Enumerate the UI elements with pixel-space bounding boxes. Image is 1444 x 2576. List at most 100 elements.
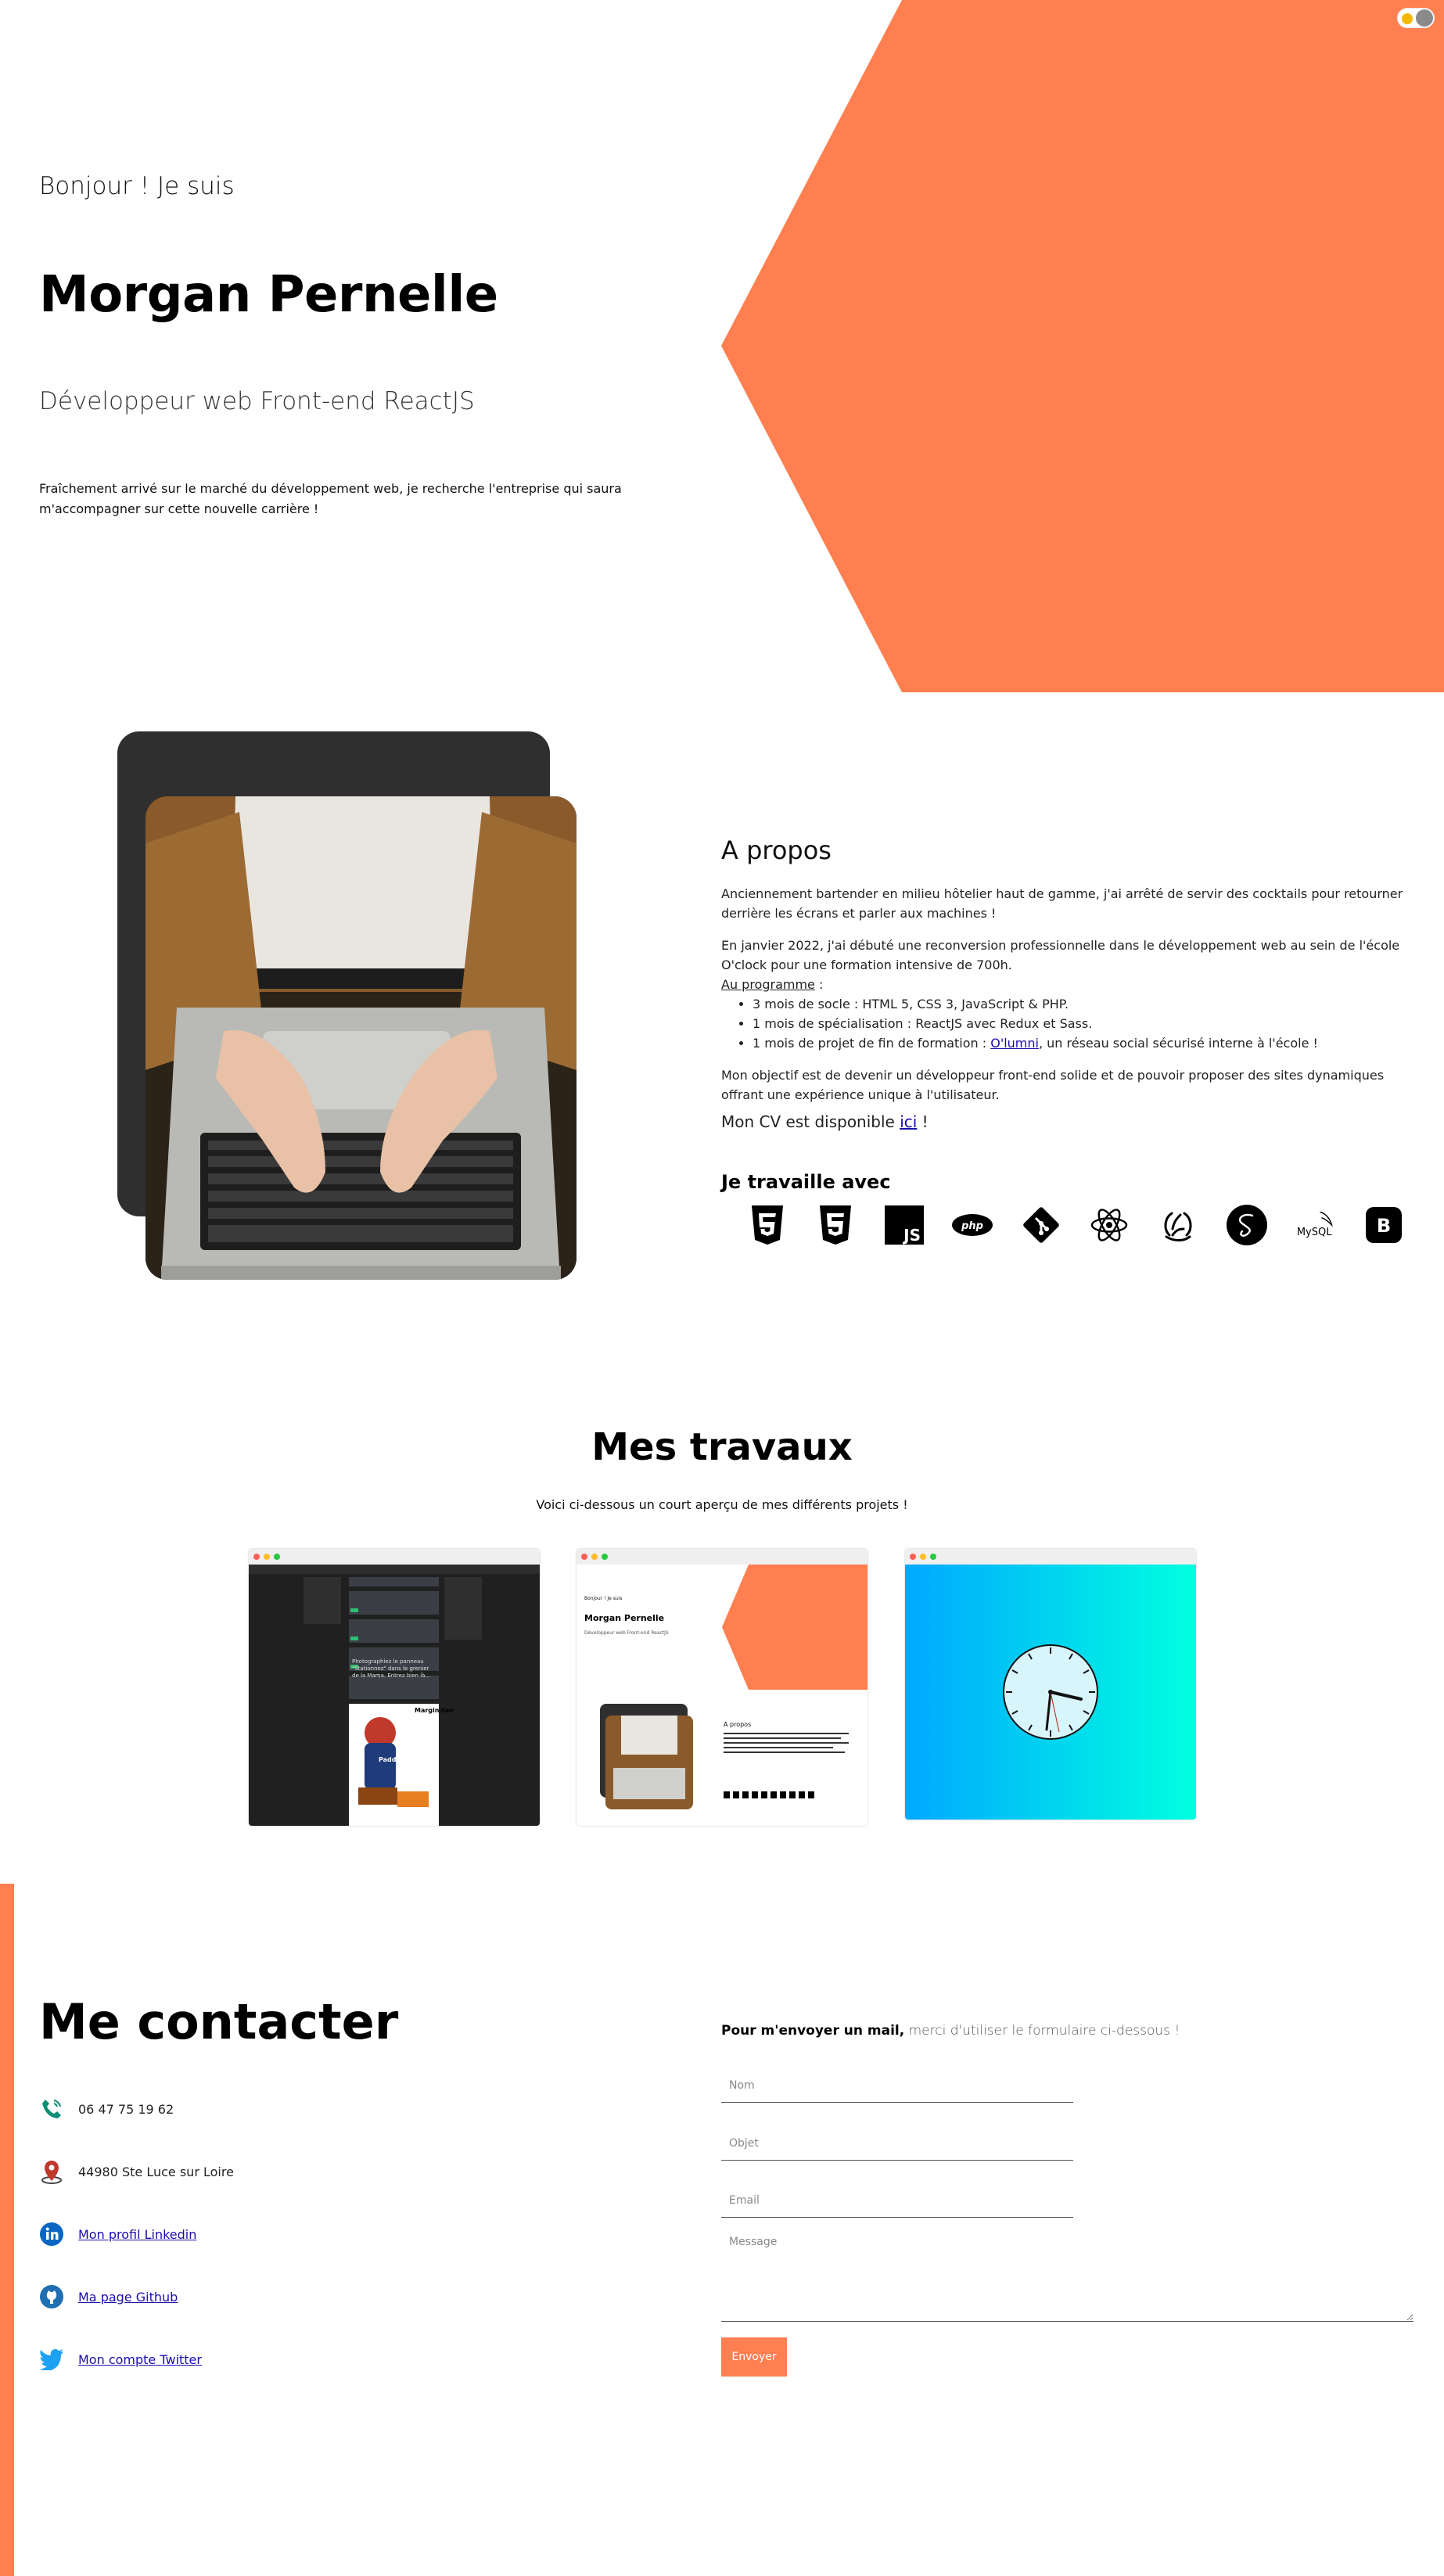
twitter-icon xyxy=(39,2347,64,2372)
bootstrap-icon: B xyxy=(1364,1205,1404,1245)
form-intro-rest: merci d'utiliser le formulaire ci-dessou… xyxy=(904,2023,1180,2039)
close-dot xyxy=(253,1554,260,1560)
program-label: Au programme xyxy=(721,977,815,992)
subject-field[interactable] xyxy=(721,2126,1073,2161)
window-bar xyxy=(249,1549,540,1565)
project-preview-portfolio: Bonjour ! Je suis Morgan Pernelle Dévelo… xyxy=(577,1565,867,1826)
linkedin-link[interactable]: Mon profil Linkedin xyxy=(78,2227,196,2242)
hero-name: Morgan Pernelle xyxy=(39,266,498,324)
program-suffix: : xyxy=(814,977,824,992)
html5-icon xyxy=(747,1205,787,1245)
cv-suffix: ! xyxy=(917,1112,929,1131)
projects-title: Mes travaux xyxy=(591,1425,853,1469)
close-dot xyxy=(581,1554,587,1560)
contact-phone: 06 47 75 19 62 xyxy=(39,2096,174,2122)
olumni-post-text: Photographiez le panneau "Stationnez" da… xyxy=(352,1658,431,1679)
minimize-dot xyxy=(920,1554,926,1560)
hero-hexagon-shape xyxy=(721,0,1444,692)
sass-icon xyxy=(1226,1205,1267,1245)
contact-accent-stripe xyxy=(0,1884,14,2576)
window-bar xyxy=(577,1549,867,1565)
maximize-dot xyxy=(602,1554,608,1560)
li3-suffix: , un réseau social sécurisé interne à l'… xyxy=(1038,1036,1318,1051)
phone-number: 06 47 75 19 62 xyxy=(78,2101,174,2117)
message-field[interactable] xyxy=(721,2228,1413,2322)
list-item: 1 mois de spécialisation : ReactJS avec … xyxy=(753,1014,1425,1033)
list-item: 1 mois de projet de fin de formation : O… xyxy=(753,1033,1425,1053)
about-photo xyxy=(145,796,577,1280)
project-card-clock[interactable] xyxy=(905,1549,1196,1820)
olumni-link[interactable]: O'lumni xyxy=(990,1036,1039,1051)
close-dot xyxy=(910,1554,916,1560)
phone-icon xyxy=(39,2096,64,2122)
redux-icon xyxy=(1158,1205,1198,1245)
email-field[interactable] xyxy=(721,2183,1073,2218)
contact-title: Me contacter xyxy=(39,1993,399,2050)
portfolio-greeting: Bonjour ! Je suis xyxy=(584,1596,623,1601)
maximize-dot xyxy=(274,1554,280,1560)
project-preview-olumni: Photographiez le panneau "Stationnez" da… xyxy=(249,1565,540,1826)
location-pin-icon xyxy=(39,2159,64,2184)
project-card-portfolio[interactable]: Bonjour ! Je suis Morgan Pernelle Dévelo… xyxy=(577,1549,867,1826)
name-field[interactable] xyxy=(721,2068,1073,2103)
cv-link[interactable]: ici xyxy=(900,1112,917,1131)
list-item: 3 mois de socle : HTML 5, CSS 3, JavaScr… xyxy=(753,994,1425,1014)
github-icon xyxy=(39,2284,64,2309)
olumni-caption: Margin-tan xyxy=(415,1707,454,1714)
toggle-knob xyxy=(1416,9,1433,27)
about-paragraph-3: Mon objectif est de devenir un développe… xyxy=(721,1068,1385,1102)
github-link[interactable]: Ma page Github xyxy=(78,2290,178,2305)
mysql-icon: MySQL xyxy=(1295,1205,1336,1245)
maximize-dot xyxy=(930,1554,936,1560)
minimize-dot xyxy=(264,1554,270,1560)
hero-greeting: Bonjour ! Je suis xyxy=(39,172,235,200)
portfolio-name: Morgan Pernelle xyxy=(584,1613,665,1623)
about-paragraph-2: En janvier 2022, j'ai débuté une reconve… xyxy=(721,936,1425,994)
program-list: 3 mois de socle : HTML 5, CSS 3, JavaScr… xyxy=(753,994,1425,1053)
hero-section: Bonjour ! Je suis Morgan Pernelle Dévelo… xyxy=(0,0,1444,692)
about-title: A propos xyxy=(721,835,832,865)
php-label: php xyxy=(961,1220,983,1232)
project-preview-clock xyxy=(905,1565,1196,1820)
about-text: Anciennement bartender en milieu hôtelie… xyxy=(721,884,1425,1144)
portfolio-job: Développeur web Front-end ReactJS xyxy=(584,1630,669,1636)
hero-job-title: Développeur web Front-end ReactJS xyxy=(39,387,475,415)
contact-address: 44980 Ste Luce sur Loire xyxy=(39,2159,234,2184)
address-text: 44980 Ste Luce sur Loire xyxy=(78,2164,234,2179)
portfolio-screenshot xyxy=(600,1565,867,1809)
mysql-label: MySQL xyxy=(1296,1227,1331,1238)
olumni-screenshot xyxy=(249,1565,540,1826)
twitter-link[interactable]: Mon compte Twitter xyxy=(78,2352,202,2367)
bootstrap-label: B xyxy=(1377,1215,1391,1237)
react-icon xyxy=(1090,1205,1130,1245)
contact-twitter: Mon compte Twitter xyxy=(39,2347,202,2372)
js-label: JS xyxy=(902,1226,921,1245)
project-card-olumni[interactable]: Photographiez le panneau "Stationnez" da… xyxy=(249,1549,540,1826)
olumni-caption-2: Padding-ton xyxy=(379,1756,422,1763)
projects-subtitle: Voici ci-dessous un court aperçu de mes … xyxy=(536,1497,908,1512)
skills-list: JS php MySQL B xyxy=(747,1202,1404,1248)
about-paragraph-1: Anciennement bartender en milieu hôtelie… xyxy=(721,886,1403,921)
theme-toggle[interactable] xyxy=(1397,8,1435,28)
skills-title: Je travaille avec xyxy=(721,1171,891,1193)
li3-prefix: 1 mois de projet de fin de formation : xyxy=(753,1036,991,1051)
javascript-icon: JS xyxy=(884,1205,924,1245)
send-button[interactable]: Envoyer xyxy=(721,2337,787,2377)
window-bar xyxy=(905,1549,1196,1565)
minimize-dot xyxy=(591,1554,598,1560)
cv-line: Mon CV est disponible ici ! xyxy=(721,1112,1425,1132)
portfolio-about: A propos xyxy=(724,1721,752,1728)
linkedin-icon xyxy=(39,2222,64,2247)
laptop-hands-illustration xyxy=(145,796,577,1280)
about-paragraph-2-text: En janvier 2022, j'ai débuté une reconve… xyxy=(721,938,1400,972)
hero-intro: Fraîchement arrivé sur le marché du déve… xyxy=(39,481,622,516)
contact-linkedin: Mon profil Linkedin xyxy=(39,2222,196,2247)
form-intro-bold: Pour m'envoyer un mail, xyxy=(721,2023,905,2039)
contact-github: Ma page Github xyxy=(39,2284,178,2309)
css3-icon xyxy=(815,1205,855,1245)
php-icon: php xyxy=(952,1205,993,1245)
clock-icon xyxy=(1003,1644,1098,1740)
form-intro: Pour m'envoyer un mail, merci d'utiliser… xyxy=(721,2023,1180,2039)
cv-prefix: Mon CV est disponible xyxy=(721,1112,900,1131)
sun-icon xyxy=(1402,13,1413,24)
